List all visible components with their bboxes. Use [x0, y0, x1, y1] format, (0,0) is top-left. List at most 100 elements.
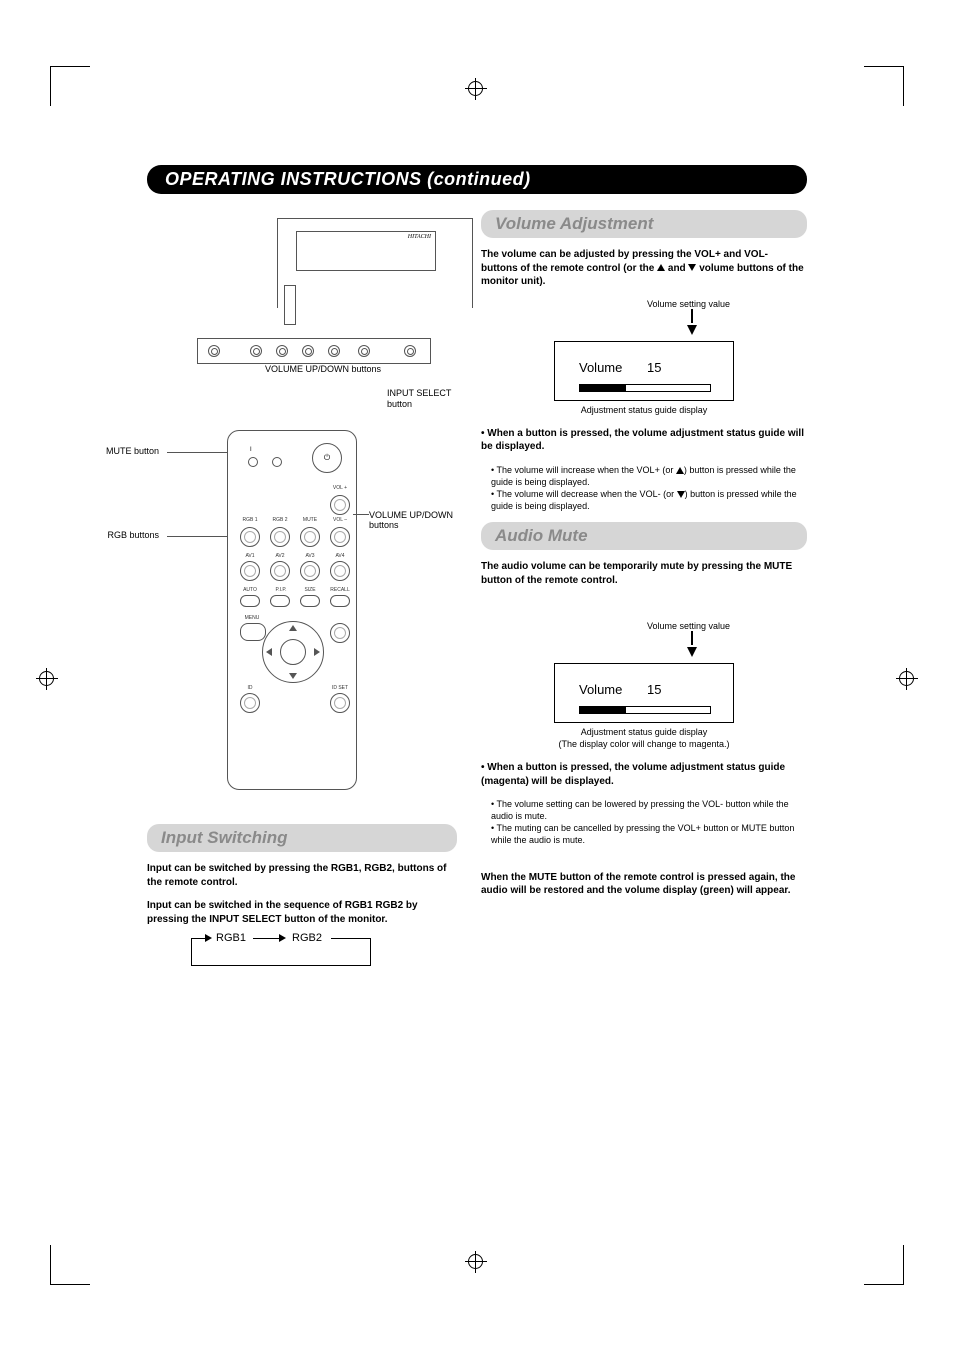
volume-adjustment-intro: The volume can be adjusted by pressing t… [481, 248, 807, 289]
cropmark-tl [50, 66, 90, 106]
remote-btn-label: AV1 [240, 553, 260, 559]
cropmark-tr [864, 66, 904, 106]
remote-btn-label: AUTO [238, 587, 262, 593]
sub-item: • The volume will decrease when the VOL-… [491, 488, 807, 512]
status-display-label: Volume [579, 682, 622, 697]
remote-rgb1 [240, 527, 260, 547]
remote-av3 [300, 561, 320, 581]
remote-vol-minus [330, 527, 350, 547]
progress-track [579, 706, 711, 714]
panel-knob [208, 345, 220, 357]
text-fragment: • The volume will decrease when the VOL-… [491, 489, 677, 499]
monitor-diagram-area: HITACHI VOLUME UP/DOWN buttons [197, 218, 457, 408]
remote-id-set [330, 693, 350, 713]
volume-indicator-diagram: Volume setting value [554, 299, 734, 335]
flow-rgb2: RGB2 [289, 932, 325, 944]
register-mark-left [36, 668, 58, 690]
panel-knob [302, 345, 314, 357]
monitor-control-panel [197, 338, 431, 364]
register-mark-bottom [465, 1251, 487, 1273]
text-fragment: and [665, 263, 688, 274]
flow-rgb1: RGB1 [213, 932, 249, 944]
input-switching-p2: Input can be switched in the sequence of… [147, 899, 457, 926]
sub-item: • The volume setting can be lowered by p… [491, 798, 807, 822]
remote-rgb2 [270, 527, 290, 547]
mute-caption-1: Adjustment status guide display [481, 727, 807, 737]
mute-indicator-diagram: Volume setting value [554, 621, 734, 657]
monitor-logo: HITACHI [297, 232, 435, 242]
remote-power-button: ⏻ [312, 443, 342, 473]
remote-led [248, 457, 258, 467]
arrow-down-icon [687, 647, 697, 657]
progress-fill [580, 707, 626, 713]
callout-input-select: INPUT SELECT button [387, 388, 457, 410]
arrow-right-icon [205, 934, 212, 942]
pointer-label: Volume setting value [554, 621, 734, 631]
remote-btn-label: ID SET [326, 685, 354, 691]
register-mark-right [896, 668, 918, 690]
audio-mute-intro: The audio volume can be temporarily mute… [481, 560, 807, 587]
panel-knob [250, 345, 262, 357]
remote-pip [270, 595, 290, 607]
remote-auto [240, 595, 260, 607]
mute-closing: When the MUTE button of the remote contr… [481, 871, 807, 898]
arrow-down-icon [687, 325, 697, 335]
page-title: OPERATING INSTRUCTIONS (continued) [147, 165, 807, 194]
remote-id-no [240, 693, 260, 713]
triangle-down-icon [677, 491, 685, 498]
remote-av4 [330, 561, 350, 581]
remote-btn-label: MUTE [298, 517, 322, 523]
callout-line [353, 514, 369, 515]
panel-knob [358, 345, 370, 357]
remote-btn-label: AV2 [270, 553, 290, 559]
mute-caption-2: (The display color will change to magent… [481, 739, 807, 749]
remote-led [272, 457, 282, 467]
section-audio-mute: Audio Mute [481, 522, 807, 550]
sub-item: • The muting can be cancelled by pressin… [491, 822, 807, 846]
text-fragment: • The volume will increase when the VOL+… [491, 465, 676, 475]
remote-body: ⏻ I VOL + RGB 1 RGB 2 MUTE VOL – [227, 430, 357, 790]
remote-recall [330, 595, 350, 607]
section-input-switching: Input Switching [147, 824, 457, 852]
remote-label-mute: MUTE button [99, 446, 159, 456]
remote-btn-label: P.I.P. [269, 587, 293, 593]
callout-line [167, 536, 227, 537]
remote-av1 [240, 561, 260, 581]
remote-led-label: I [250, 447, 252, 453]
panel-knob [276, 345, 288, 357]
status-display-mute: Volume 15 [554, 663, 734, 723]
status-display-value: 15 [647, 360, 661, 375]
callout-line [167, 452, 227, 453]
progress-track [579, 384, 711, 392]
remote-btn-label: VOL + [328, 485, 352, 491]
monitor-screen: HITACHI [296, 231, 436, 271]
remote-btn-label: ID [240, 685, 260, 691]
remote-btn-label: RGB 2 [268, 517, 292, 523]
cropmark-bl [50, 1245, 90, 1285]
remote-btn-label: AV3 [300, 553, 320, 559]
mute-sublist: • The volume setting can be lowered by p… [491, 798, 807, 847]
triangle-up-icon [657, 264, 665, 271]
status-display-caption: Adjustment status guide display [481, 405, 807, 415]
panel-knob [404, 345, 416, 357]
callout-volume-buttons: VOLUME UP/DOWN buttons [265, 364, 381, 375]
panel-knob [328, 345, 340, 357]
monitor-unit: HITACHI [277, 218, 473, 308]
remote-btn-label: RECALL [326, 587, 354, 593]
cropmark-br [864, 1245, 904, 1285]
monitor-stand [284, 285, 296, 325]
remote-dpad [262, 621, 324, 683]
status-display: Volume 15 [554, 341, 734, 401]
sub-item: • The volume will increase when the VOL+… [491, 464, 807, 488]
arrow-right-icon [279, 934, 286, 942]
remote-diagram: MUTE button RGB buttons VOLUME UP/DOWN b… [147, 430, 457, 810]
pointer-label: Volume setting value [554, 299, 734, 309]
section-volume-adjustment: Volume Adjustment [481, 210, 807, 238]
input-switching-p1: Input can be switched by pressing the RG… [147, 862, 457, 889]
remote-btn-label: RGB 1 [238, 517, 262, 523]
triangle-up-icon [676, 467, 684, 474]
mute-bullet-head: • When a button is pressed, the volume a… [481, 761, 807, 788]
status-display-label: Volume [579, 360, 622, 375]
remote-btn-label: AV4 [330, 553, 350, 559]
input-flow-diagram: RGB1 RGB2 [191, 938, 457, 978]
